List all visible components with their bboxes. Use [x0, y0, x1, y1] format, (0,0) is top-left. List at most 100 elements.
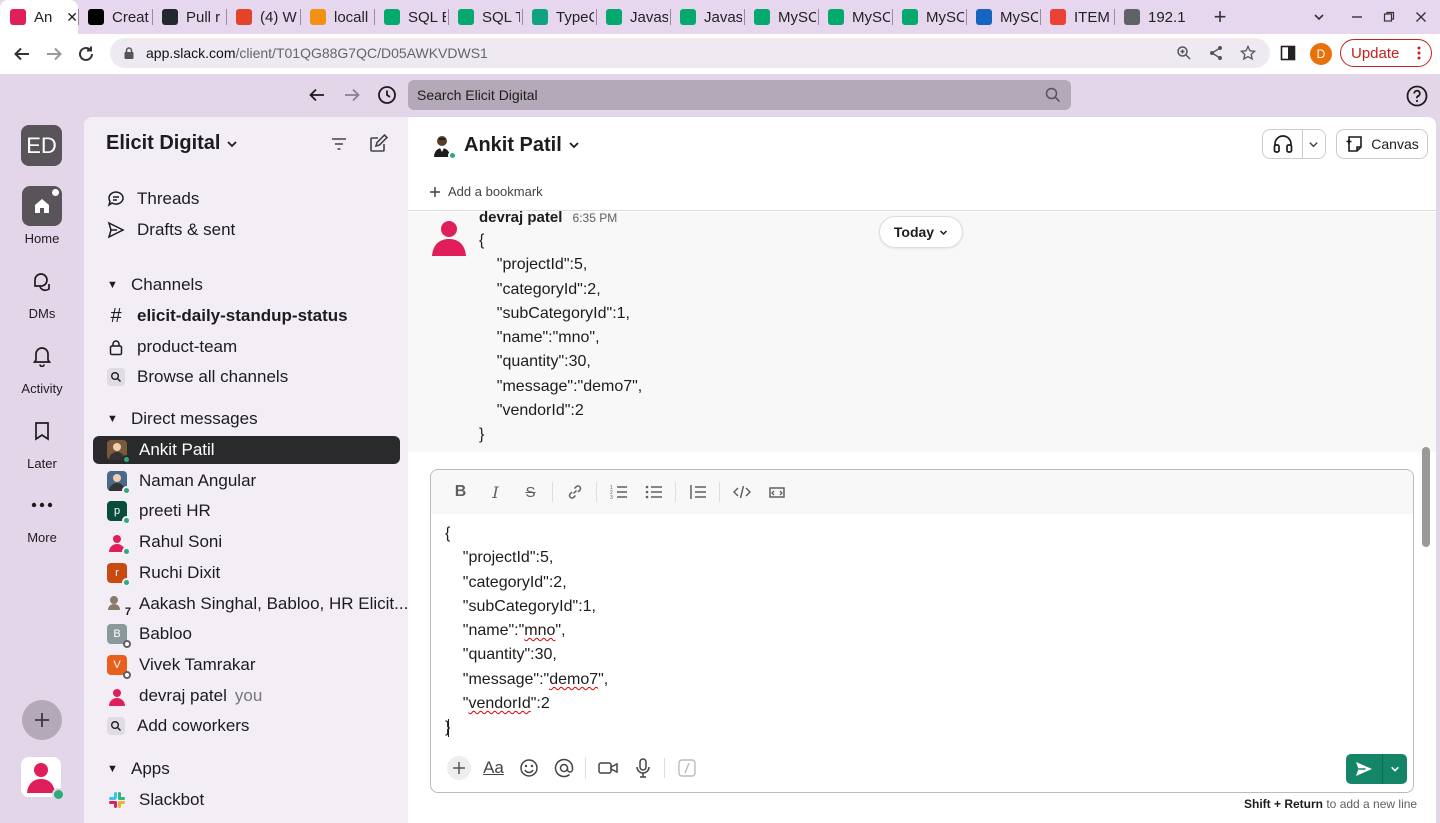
browser-tab[interactable]: Javas	[596, 0, 670, 34]
bulleted-list-icon[interactable]	[636, 477, 671, 507]
dm-label: Vivek Tamrakar	[139, 654, 256, 674]
sidebar-dm-item[interactable]: B Babloo	[93, 620, 400, 649]
mention-icon[interactable]	[546, 753, 581, 783]
blockquote-icon[interactable]	[680, 477, 715, 507]
code-icon[interactable]	[724, 477, 759, 507]
back-icon[interactable]	[6, 38, 38, 70]
sidebar-dm-item[interactable]: 7 Aakash Singhal, Babloo, HR Elicit...	[93, 590, 408, 618]
message-author-avatar[interactable]	[430, 218, 468, 256]
compose-icon[interactable]	[369, 134, 388, 153]
ordered-list-icon[interactable]: 123	[601, 477, 636, 507]
sidebar-dm-item[interactable]: p preeti HR	[93, 497, 400, 526]
microphone-icon[interactable]	[625, 753, 660, 783]
link-icon[interactable]	[557, 477, 592, 507]
sidebar-item-browse-channels[interactable]: Browse all channels	[93, 363, 400, 391]
sidebar-dm-item[interactable]: Rahul Soni	[93, 528, 400, 557]
close-window-icon[interactable]	[1404, 0, 1438, 34]
zoom-icon[interactable]	[1176, 45, 1192, 61]
restore-icon[interactable]	[1372, 0, 1406, 34]
search-input[interactable]: Search Elicit Digital	[408, 80, 1071, 110]
browser-tab[interactable]: MySC	[966, 0, 1040, 34]
browser-tab[interactable]: Creat	[78, 0, 152, 34]
tab-search-chevron-icon[interactable]	[1302, 0, 1336, 34]
forward-icon[interactable]	[38, 38, 70, 70]
slash-command-icon[interactable]	[669, 753, 704, 783]
browser-tab[interactable]: SQL T	[448, 0, 522, 34]
chevron-down-icon[interactable]	[1308, 139, 1319, 150]
address-bar[interactable]: app.slack.com/client/T01QG88G7QC/D05AWKV…	[110, 38, 1270, 68]
attach-plus-icon[interactable]	[441, 753, 476, 783]
sidebar-dm-item[interactable]: Naman Angular	[93, 467, 400, 495]
sidebar-item-product-team[interactable]: product-team	[93, 333, 400, 361]
sidebar-dm-item[interactable]: Add coworkers	[93, 712, 400, 740]
history-forward-icon[interactable]	[343, 86, 361, 104]
rail-more[interactable]: More	[0, 485, 84, 545]
sidebar-dm-item[interactable]: r Ruchi Dixit	[93, 559, 400, 587]
channels-section-header[interactable]: ▼ Channels	[93, 271, 400, 299]
conversation-title[interactable]: Ankit Patil	[464, 134, 562, 157]
help-icon[interactable]	[1406, 85, 1428, 107]
filter-icon[interactable]	[331, 137, 347, 151]
history-back-icon[interactable]	[308, 86, 326, 104]
strikethrough-icon[interactable]: S	[513, 477, 548, 507]
italic-icon[interactable]: I	[478, 477, 513, 507]
reload-icon[interactable]	[70, 38, 102, 70]
browser-tab[interactable]: SQL E	[374, 0, 448, 34]
browser-tab[interactable]: TypeC	[522, 0, 596, 34]
canvas-button[interactable]: Canvas	[1336, 129, 1428, 159]
message-timestamp[interactable]: 6:35 PM	[573, 211, 618, 225]
workspace-menu[interactable]: Elicit Digital	[106, 132, 238, 155]
rail-dms[interactable]: DMs	[0, 261, 84, 321]
sidebar-dm-item[interactable]: devraj patel you	[93, 682, 400, 710]
message-input[interactable]: { "projectId":5, "categoryId":2, "subCat…	[445, 522, 608, 741]
bold-icon[interactable]: B	[443, 477, 478, 507]
sidebar-dm-item[interactable]: V Vivek Tamrakar	[93, 651, 400, 679]
sidebar-dm-item[interactable]: Ankit Patil	[93, 436, 400, 464]
site-info-icon[interactable]	[122, 46, 136, 60]
profile-avatar[interactable]: D	[1310, 43, 1332, 65]
tab-icon	[236, 9, 252, 25]
sidebar-item-threads[interactable]: Threads	[93, 185, 400, 213]
share-icon[interactable]	[1208, 45, 1224, 61]
sidebar-item-slackbot[interactable]: Slackbot	[93, 786, 400, 814]
add-bookmark-button[interactable]: Add a bookmark	[430, 184, 543, 199]
browser-tab[interactable]: Javas	[670, 0, 744, 34]
browser-tab[interactable]: 192.1	[1114, 0, 1188, 34]
message-author[interactable]: devraj patel	[479, 209, 562, 226]
create-new-button[interactable]	[22, 700, 62, 740]
dm-avatar[interactable]	[430, 133, 457, 160]
browser-tab[interactable]: MySC	[818, 0, 892, 34]
emoji-icon[interactable]	[511, 753, 546, 783]
scrollbar-thumb[interactable]	[1422, 447, 1430, 547]
text-format-icon[interactable]: Aa	[476, 753, 511, 783]
side-panel-icon[interactable]	[1280, 45, 1296, 61]
video-icon[interactable]	[590, 753, 625, 783]
rail-home[interactable]: Home	[0, 186, 84, 246]
send-button[interactable]	[1346, 754, 1407, 784]
user-avatar[interactable]	[21, 757, 65, 801]
workspace-switcher[interactable]: ED	[21, 125, 62, 166]
browser-tab[interactable]: Pull r	[152, 0, 226, 34]
apps-section-header[interactable]: ▼ Apps	[93, 755, 400, 783]
browser-tab[interactable]: (4) W	[226, 0, 300, 34]
sidebar-item-drafts[interactable]: Drafts & sent	[93, 216, 400, 244]
rail-later[interactable]: Later	[0, 411, 84, 471]
history-clock-icon[interactable]	[377, 85, 397, 105]
browser-tab[interactable]: ITEM	[1040, 0, 1114, 34]
date-divider-button[interactable]: Today	[879, 216, 963, 248]
browser-tab[interactable]: MySC	[744, 0, 818, 34]
bookmark-star-icon[interactable]	[1240, 45, 1256, 61]
huddle-button[interactable]	[1262, 129, 1326, 159]
dm-section-header[interactable]: ▼ Direct messages	[93, 405, 400, 433]
close-tab-icon[interactable]: ✕	[66, 9, 78, 26]
browser-tab[interactable]: locall	[300, 0, 374, 34]
code-block-icon[interactable]	[759, 477, 794, 507]
browser-tab[interactable]: An ✕	[0, 0, 78, 34]
browser-tab[interactable]: MySC	[892, 0, 966, 34]
new-tab-icon[interactable]: +	[1206, 4, 1234, 30]
schedule-chevron-icon[interactable]	[1383, 764, 1407, 774]
update-button[interactable]: Update	[1340, 39, 1432, 67]
rail-activity[interactable]: Activity	[0, 336, 84, 396]
sidebar-item-elicit-daily-standup-status[interactable]: # elicit-daily-standup-status	[93, 302, 400, 330]
minimize-icon[interactable]	[1340, 0, 1374, 34]
